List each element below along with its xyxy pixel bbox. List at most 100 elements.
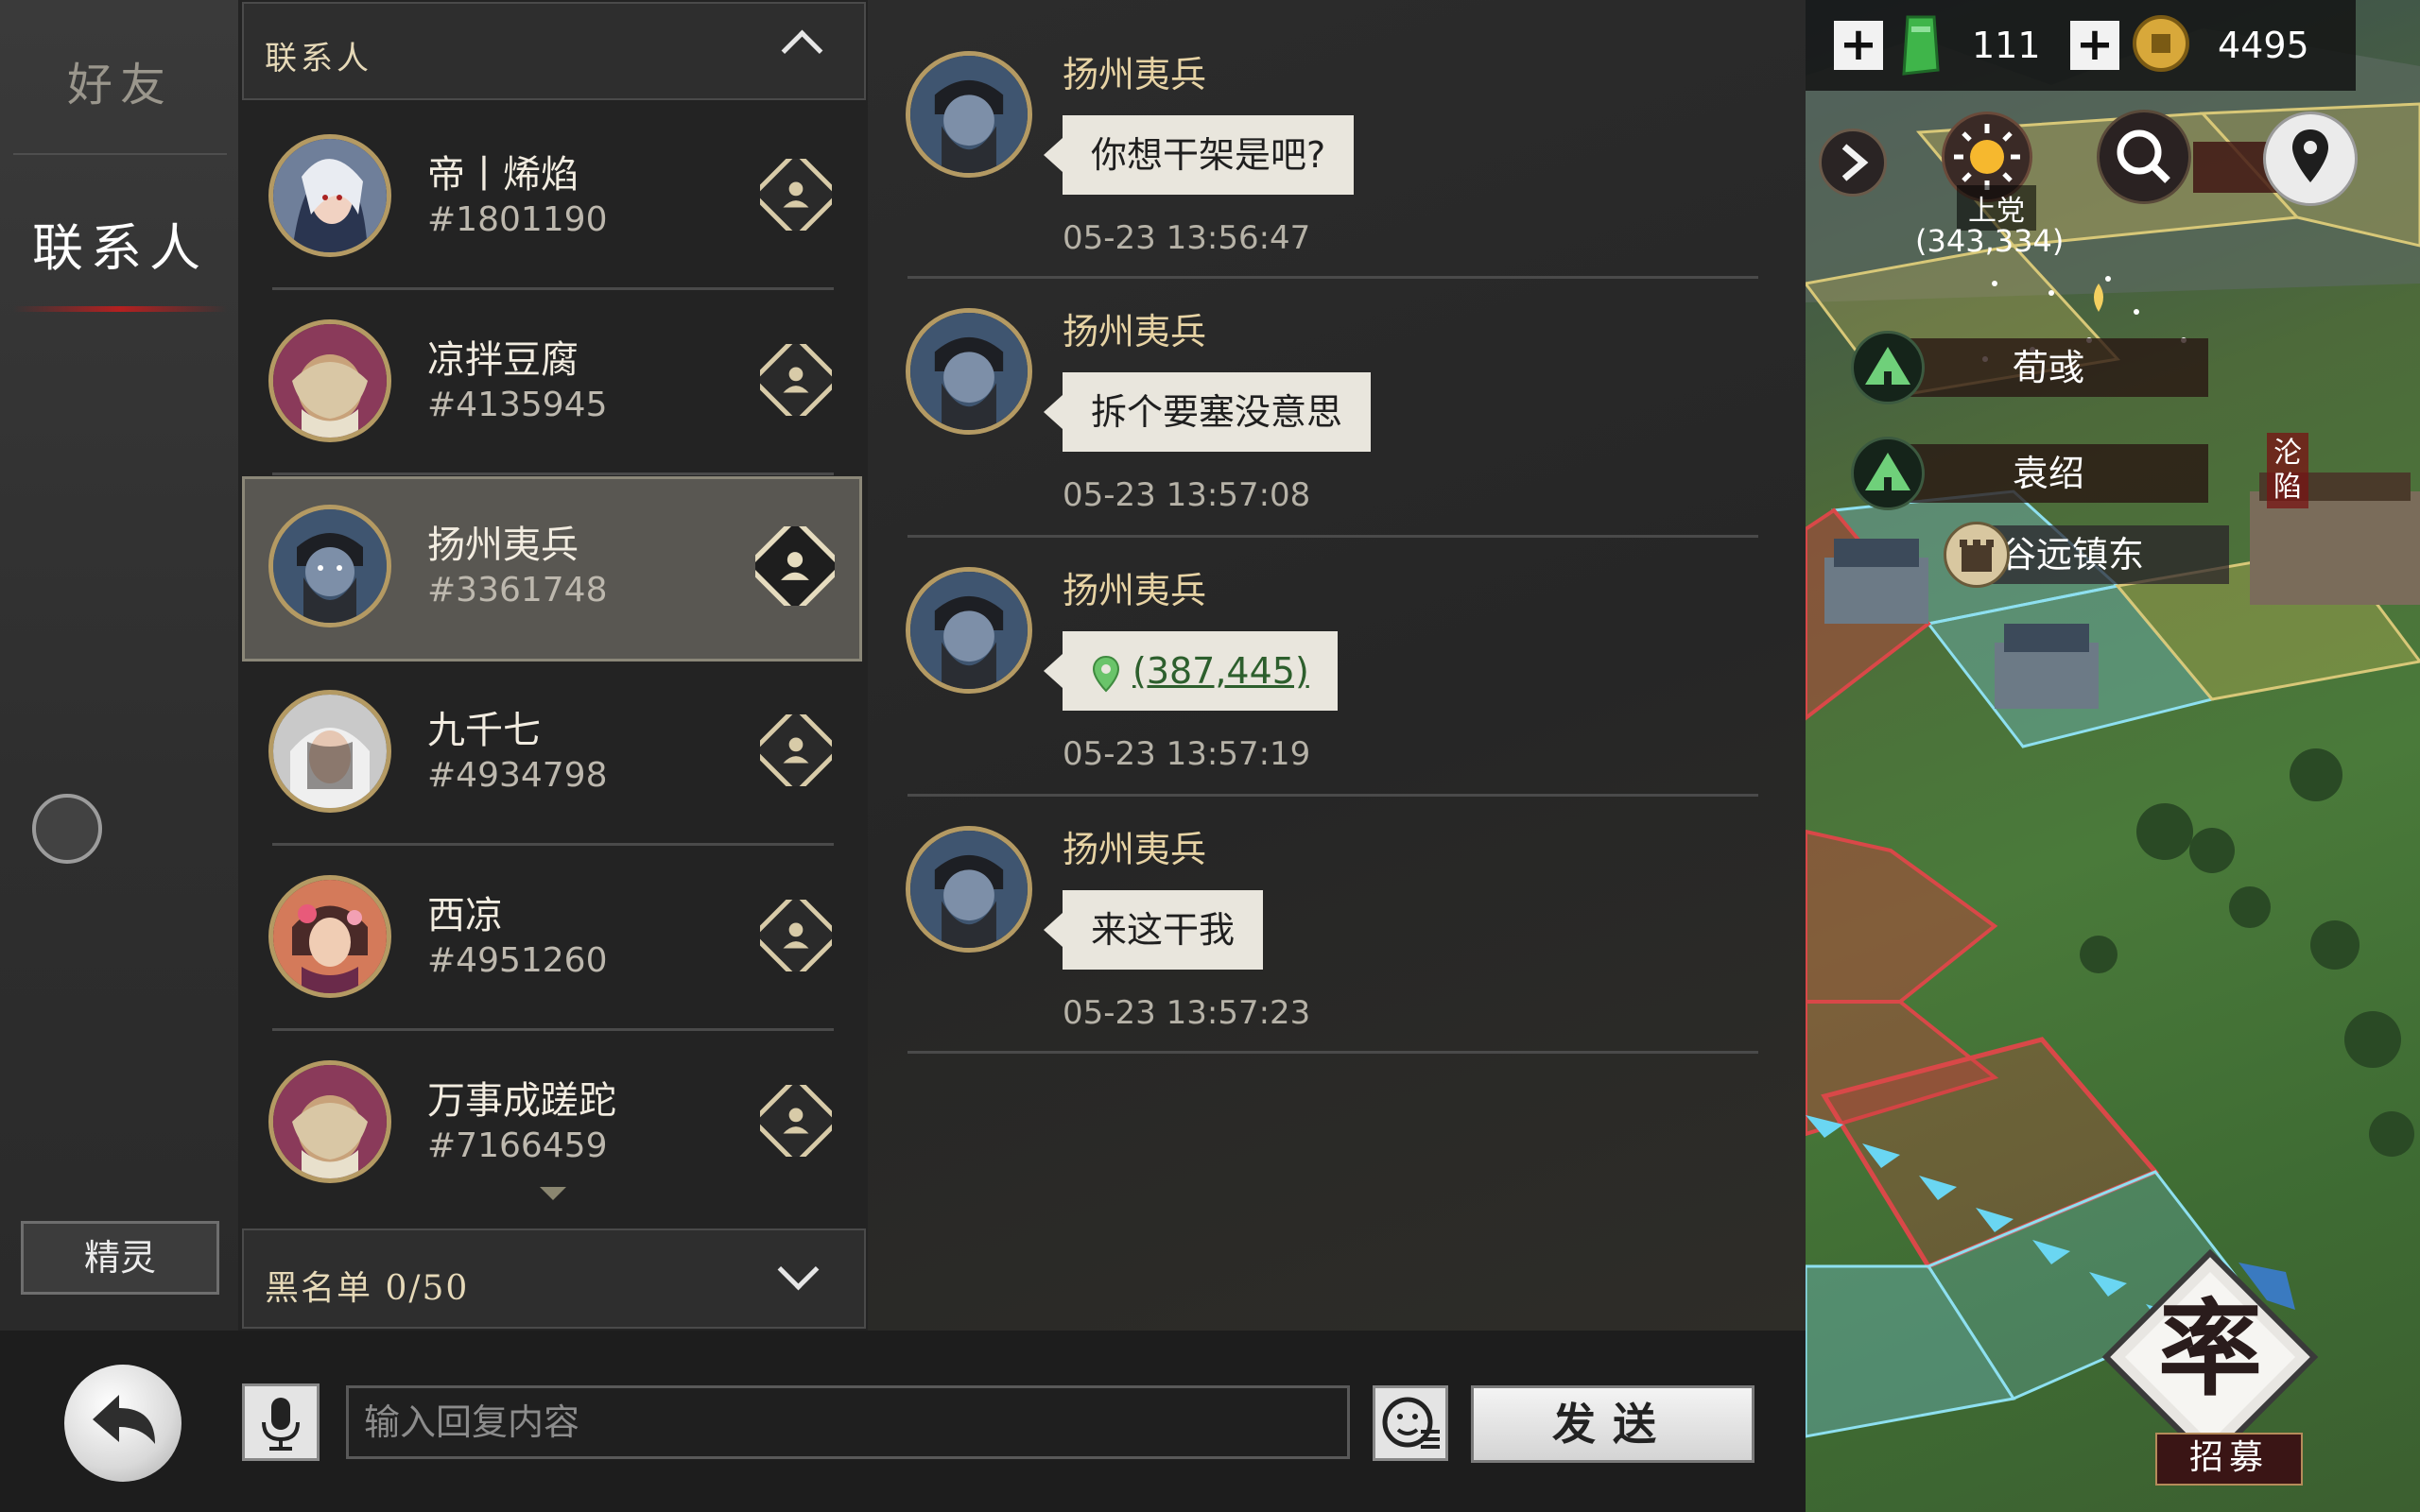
hero-portrait-icon <box>273 509 387 623</box>
contact-name: 西凉 <box>427 894 503 937</box>
contact-id: #7166459 <box>427 1126 608 1165</box>
message-timestamp: 05-23 13:56:47 <box>1063 219 1311 257</box>
message-timestamp: 05-23 13:57:23 <box>1063 994 1311 1032</box>
active-tab-indicator <box>13 306 227 312</box>
contact-profile-icon[interactable] <box>760 159 832 231</box>
message-timestamp: 05-23 13:57:08 <box>1063 476 1311 514</box>
reply-input[interactable] <box>346 1385 1350 1459</box>
map-label-yuan-shao[interactable]: 袁绍 <box>1889 444 2208 503</box>
contact-name: 扬州夷兵 <box>427 524 579 567</box>
contact-item-selected[interactable]: 扬州夷兵 #3361748 <box>242 476 862 662</box>
copper-amount: 4495 <box>2218 25 2309 66</box>
contact-name: 帝丨烯焰 <box>427 153 579 197</box>
contact-item[interactable]: 凉拌豆腐 #4135945 <box>242 291 862 476</box>
avatar[interactable] <box>906 826 1032 953</box>
avatar[interactable] <box>906 308 1032 435</box>
expand-panel-button[interactable] <box>1819 129 1887 197</box>
chat-message: 扬州夷兵 来这干我 05-23 13:57:23 <box>906 775 1756 1032</box>
message-sender: 扬州夷兵 <box>1063 311 1207 352</box>
list-divider <box>272 1028 834 1031</box>
hero-portrait-icon <box>273 324 387 438</box>
back-button[interactable] <box>64 1365 182 1482</box>
fortress-icon[interactable] <box>1944 522 2010 588</box>
coordinate-link[interactable]: (387,445) <box>1132 650 1309 692</box>
contact-profile-icon[interactable] <box>760 344 832 416</box>
contact-name: 九千七 <box>427 709 541 752</box>
contacts-header-title: 联系人 <box>265 40 372 77</box>
contact-profile-icon[interactable] <box>760 714 832 786</box>
tab-contacts[interactable]: 联系人 <box>13 206 227 281</box>
jade-icon <box>1902 15 1940 76</box>
map-label-xun-yu[interactable]: 荀彧 <box>1889 338 2208 397</box>
map-pin-icon <box>2292 129 2328 182</box>
tab-divider <box>13 153 227 155</box>
chat-message: 扬州夷兵 拆个要塞没意思 05-23 13:57:08 <box>906 257 1756 514</box>
left-tab-column <box>0 0 238 1331</box>
list-divider <box>272 843 834 846</box>
floating-assist-button[interactable] <box>32 794 102 864</box>
message-bubble: 你想干架是吧? <box>1043 115 1355 195</box>
recruit-button-label[interactable]: 招募 <box>2155 1433 2303 1486</box>
message-sender: 扬州夷兵 <box>1063 570 1207 611</box>
hero-portrait-icon <box>273 1065 387 1178</box>
voice-input-button[interactable] <box>242 1383 320 1461</box>
contact-profile-icon[interactable] <box>760 900 832 971</box>
scroll-more-icon <box>540 1187 566 1200</box>
map-label-guyuan-east[interactable]: 谷远镇东 <box>1983 525 2229 584</box>
location-pin-icon <box>1092 655 1120 692</box>
chevron-right-icon <box>1841 144 1869 181</box>
contact-item[interactable]: 帝丨烯焰 #1801190 <box>242 106 862 291</box>
avatar[interactable] <box>906 51 1032 178</box>
chevron-up-icon[interactable] <box>781 29 823 72</box>
add-copper-button[interactable]: + <box>2070 21 2119 70</box>
avatar <box>268 134 391 257</box>
search-button[interactable] <box>2097 110 2191 204</box>
contact-profile-icon[interactable] <box>755 526 835 606</box>
blacklist-header[interactable]: 黑名单 0/50 <box>242 1228 866 1329</box>
avatar[interactable] <box>906 567 1032 694</box>
list-divider <box>272 287 834 290</box>
emoji-icon <box>1382 1397 1440 1449</box>
camp-tent-icon[interactable] <box>1851 437 1925 510</box>
camp-tent-icon[interactable] <box>1851 331 1925 404</box>
contact-id: #4951260 <box>427 941 608 980</box>
hero-portrait-icon <box>910 56 1028 173</box>
tab-friends[interactable]: 好友 <box>13 47 227 113</box>
contact-id: #1801190 <box>427 200 608 239</box>
location-button[interactable] <box>2263 112 2358 206</box>
contact-item[interactable]: 西凉 #4951260 <box>242 847 862 1032</box>
contacts-header[interactable]: 联系人 <box>242 2 866 100</box>
contact-name: 凉拌豆腐 <box>427 338 579 382</box>
contact-profile-icon[interactable] <box>760 1085 832 1157</box>
spirit-button[interactable]: 精灵 <box>21 1221 219 1295</box>
chat-message: 扬州夷兵 你想干架是吧? 05-23 13:56:47 <box>906 0 1756 257</box>
coordinate-bubble[interactable]: (387,445) <box>1044 631 1338 711</box>
hero-portrait-icon <box>910 313 1028 430</box>
avatar <box>268 505 391 627</box>
contact-id: #4135945 <box>427 386 608 424</box>
avatar <box>268 319 391 442</box>
contact-id: #3361748 <box>427 571 608 610</box>
message-bubble: 拆个要塞没意思 <box>1043 372 1372 452</box>
hero-portrait-icon <box>910 572 1028 689</box>
fallen-city-label: 沦陷 <box>2267 433 2308 508</box>
jade-amount: 111 <box>1972 25 2041 66</box>
message-divider <box>908 1051 1758 1054</box>
copper-coin-icon <box>2133 15 2189 72</box>
avatar <box>268 1060 391 1183</box>
chevron-down-icon[interactable] <box>777 1248 820 1291</box>
send-button[interactable]: 发送 <box>1471 1385 1754 1463</box>
hero-portrait-icon <box>273 695 387 808</box>
blacklist-label: 黑名单 0/50 <box>265 1269 470 1308</box>
coordinate-readout: (343,334) <box>1915 223 2065 259</box>
message-sender: 扬州夷兵 <box>1063 829 1207 870</box>
avatar <box>268 690 391 813</box>
avatar <box>268 875 391 998</box>
microphone-icon <box>262 1398 300 1451</box>
message-sender: 扬州夷兵 <box>1063 54 1207 95</box>
emoji-button[interactable] <box>1373 1385 1448 1461</box>
add-jade-button[interactable]: + <box>1834 21 1883 70</box>
contact-item[interactable]: 九千七 #4934798 <box>242 662 862 847</box>
chat-message: 扬州夷兵 (387,445) 05-23 13:57:19 <box>906 516 1756 773</box>
hero-portrait-icon <box>273 139 387 252</box>
